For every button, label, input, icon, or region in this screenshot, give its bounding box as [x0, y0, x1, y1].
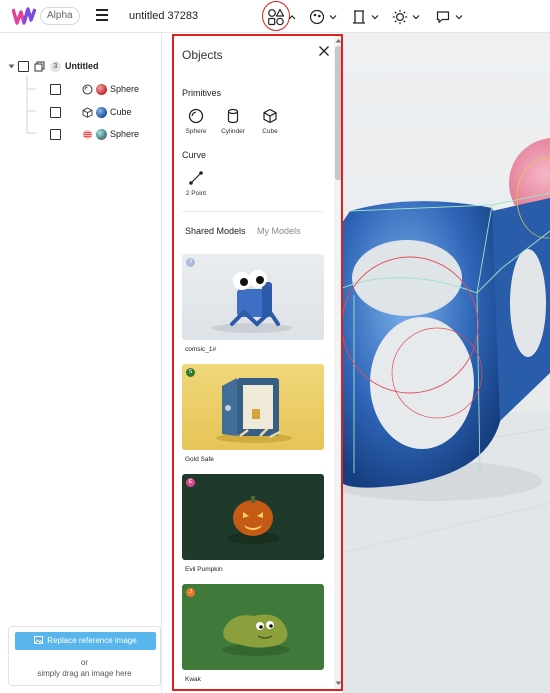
scrollbar-thumb[interactable]	[335, 46, 341, 180]
curve-2-point[interactable]: 2 Point	[179, 170, 213, 197]
cylinder-icon	[227, 108, 239, 124]
frame-icon	[353, 10, 365, 24]
scroll-up-icon[interactable]	[335, 38, 342, 43]
material-swatch[interactable]	[96, 83, 107, 95]
chevron-down-icon	[371, 15, 379, 20]
model-thumbnail[interactable]	[182, 584, 324, 670]
chevron-down-icon	[329, 15, 337, 20]
lighting-button[interactable]	[392, 6, 421, 28]
frame-button[interactable]	[351, 6, 380, 28]
palette-icon	[309, 9, 325, 25]
panel-title: Objects	[182, 48, 223, 62]
root-visibility-checkbox[interactable]	[18, 60, 29, 72]
material-button[interactable]	[309, 6, 338, 28]
model-preview-image	[212, 270, 292, 333]
scroll-down-icon[interactable]	[335, 681, 342, 686]
outliner-sidebar: 3 Untitled Sphere Cube Sphere Replace re…	[0, 33, 162, 693]
primitive-cube[interactable]: Cube	[253, 108, 287, 135]
shapes-icon	[268, 8, 285, 26]
model-thumbnail[interactable]	[182, 364, 324, 450]
chevron-down-icon	[455, 15, 463, 20]
model-preview-image	[227, 496, 279, 544]
material-swatch[interactable]	[96, 106, 107, 118]
cube-icon	[82, 106, 93, 118]
author-avatar[interactable]: J	[186, 588, 195, 597]
replace-reference-label: Replace reference image	[47, 636, 137, 645]
primitive-sphere[interactable]: Sphere	[179, 108, 213, 135]
tab-shared-models[interactable]: Shared Models	[185, 226, 246, 236]
item-visibility-checkbox[interactable]	[50, 106, 61, 118]
caret-down-icon[interactable]	[8, 63, 15, 70]
section-divider	[182, 211, 324, 212]
comment-icon	[436, 11, 450, 24]
image-icon	[34, 636, 44, 644]
item-visibility-checkbox[interactable]	[50, 128, 61, 140]
sphere-icon	[188, 108, 204, 124]
outliner-item[interactable]: Sphere	[50, 82, 139, 96]
outliner-item[interactable]: Cube	[50, 105, 132, 119]
sun-icon	[392, 9, 408, 25]
model-preview-image	[222, 614, 290, 656]
author-avatar[interactable]: E	[186, 478, 195, 487]
curve-label: 2 Point	[185, 190, 207, 197]
chevron-down-icon	[412, 15, 420, 20]
tab-my-models[interactable]: My Models	[257, 226, 301, 236]
primitives-heading: Primitives	[182, 88, 222, 98]
share-button[interactable]	[435, 6, 464, 28]
author-avatar[interactable]: S	[186, 368, 195, 377]
cube-icon	[263, 108, 277, 124]
primitive-label: Cube	[262, 128, 278, 135]
model-name: comsic_1#	[185, 346, 217, 353]
reference-image-box[interactable]: Replace reference image or simply drag a…	[8, 626, 161, 686]
drag-hint: simply drag an image here	[37, 669, 132, 678]
close-icon[interactable]	[318, 45, 330, 57]
3d-viewport[interactable]	[342, 33, 550, 693]
objects-button[interactable]	[267, 6, 297, 28]
outliner-root[interactable]: 3 Untitled	[8, 59, 99, 73]
curve-icon	[189, 171, 203, 185]
replace-reference-image-button[interactable]: Replace reference image	[15, 632, 156, 650]
model-name: Gold Safe	[185, 456, 214, 463]
app-logo[interactable]	[12, 6, 36, 26]
item-visibility-checkbox[interactable]	[50, 83, 61, 95]
model-thumbnail[interactable]	[182, 474, 324, 560]
scene-name: Untitled	[65, 61, 99, 71]
author-avatar[interactable]: 3	[186, 258, 195, 267]
model-name: Kwak	[185, 676, 201, 683]
menu-icon[interactable]	[96, 9, 108, 21]
item-label: Sphere	[110, 129, 140, 139]
material-swatch[interactable]	[96, 128, 107, 140]
curve-heading: Curve	[182, 150, 207, 160]
item-label: Sphere	[110, 84, 140, 94]
scene-render	[342, 138, 550, 693]
primitive-label: Sphere	[185, 128, 207, 135]
item-label: Cube	[110, 107, 132, 117]
primitive-label: Cylinder	[221, 128, 245, 135]
chevron-up-icon	[288, 15, 296, 20]
group-icon	[34, 61, 45, 71]
object-count-badge: 3	[50, 60, 61, 72]
document-title[interactable]: untitled 37283	[129, 10, 198, 22]
sphere-icon	[82, 84, 93, 94]
or-text: or	[80, 658, 89, 667]
alpha-badge: Alpha	[40, 7, 80, 25]
primitive-cylinder[interactable]: Cylinder	[216, 108, 250, 135]
model-preview-image	[216, 378, 292, 443]
model-name: Evil Pumpkin	[185, 566, 223, 573]
sphere-striped-icon	[83, 129, 92, 139]
model-thumbnail[interactable]	[182, 254, 324, 340]
top-toolbar: Alpha untitled 37283	[0, 0, 550, 33]
objects-panel: Objects Primitives Sphere Cylinder Cube …	[172, 34, 343, 691]
tree-connectors	[26, 75, 36, 134]
outliner-item[interactable]: Sphere	[50, 127, 139, 141]
